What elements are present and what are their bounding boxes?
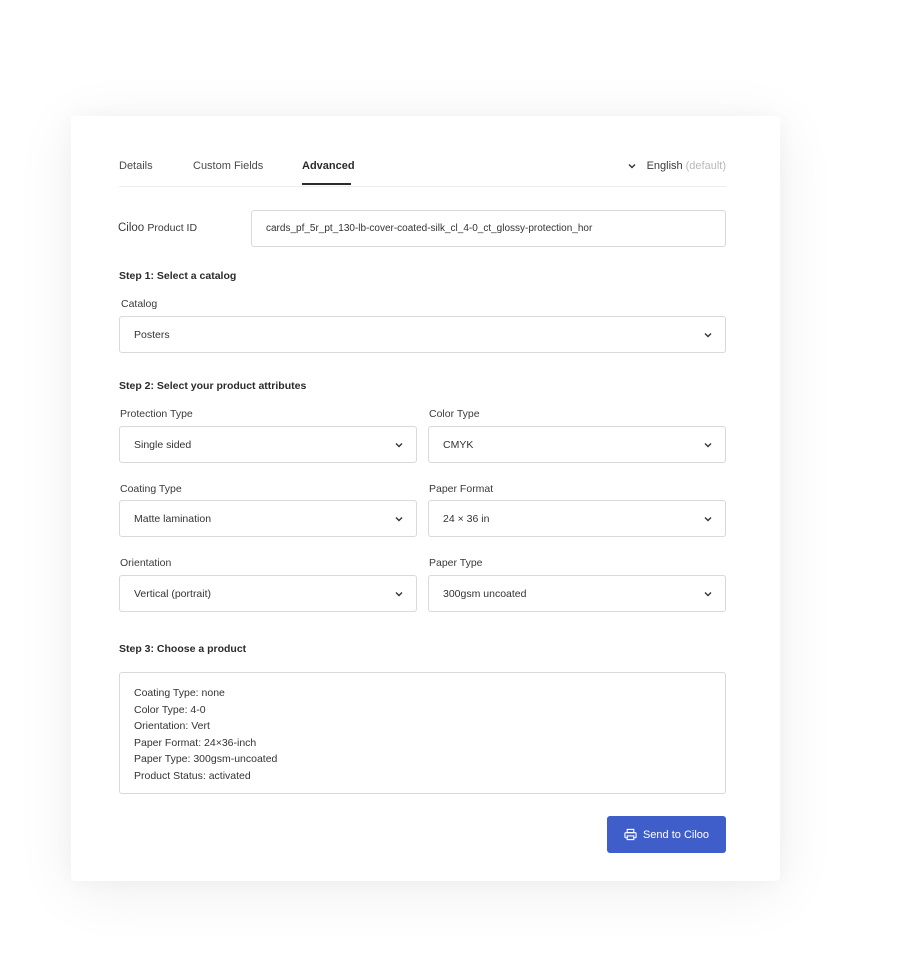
send-to-ciloo-button[interactable]: Send to Ciloo (607, 816, 726, 853)
active-tab-indicator (302, 183, 351, 185)
tab-advanced[interactable]: Advanced (302, 160, 355, 172)
chevron-down-icon (395, 592, 403, 597)
step2-title: Step 2: Select your product attributes (119, 380, 307, 392)
orientation-label: Orientation (120, 557, 172, 569)
paper-format-select[interactable]: 24 × 36 in (428, 500, 726, 537)
product-id-label-text: Product ID (147, 222, 198, 234)
catalog-value: Posters (134, 328, 170, 341)
color-type-label: Color Type (429, 408, 480, 420)
chevron-down-icon (704, 517, 712, 522)
step3-title: Step 3: Choose a product (119, 643, 247, 655)
product-detail-line: Product Status: activated (134, 769, 251, 782)
chevron-down-icon (395, 517, 403, 522)
product-id-label: Ciloo Product ID (118, 222, 197, 234)
tab-details[interactable]: Details (119, 160, 153, 172)
language-label: English (646, 160, 683, 172)
paper-format-label: Paper Format (429, 483, 494, 495)
tab-bar: Details Custom Fields Advanced English (… (119, 116, 726, 187)
protection-type-select[interactable]: Single sided (119, 426, 417, 463)
product-detail-line: Coating Type: none (134, 687, 225, 699)
step1-title: Step 1: Select a catalog (119, 270, 237, 282)
protection-type-label: Protection Type (120, 408, 193, 420)
orientation-value: Vertical (portrait) (134, 587, 212, 600)
product-detail-line: Paper Format: 24×36-inch (134, 736, 257, 749)
brand-name: Ciloo (118, 222, 145, 234)
paper-type-label: Paper Type (429, 557, 483, 569)
language-selector[interactable]: English (default) (627, 160, 726, 172)
coating-type-value: Matte lamination (134, 512, 212, 525)
send-button-label: Send to Ciloo (642, 828, 710, 841)
chevron-down-icon (704, 443, 712, 448)
printer-icon (624, 828, 637, 841)
catalog-select[interactable]: Posters (119, 316, 726, 353)
coating-type-select[interactable]: Matte lamination (119, 500, 417, 537)
product-id-input[interactable]: cards_pf_5r_pt_130-lb-cover-coated-silk_… (251, 210, 726, 247)
product-detail-line: Color Type: 4-0 (134, 703, 206, 716)
chevron-down-icon (704, 592, 712, 597)
tab-custom-fields[interactable]: Custom Fields (193, 160, 263, 172)
chevron-down-icon (704, 333, 712, 338)
protection-type-value: Single sided (134, 438, 192, 451)
product-description-box[interactable]: Coating Type: none Color Type: 4-0 Orien… (119, 672, 726, 794)
paper-type-value: 300gsm uncoated (443, 587, 527, 600)
language-default-note: (default) (685, 160, 726, 172)
color-type-select[interactable]: CMYK (428, 426, 726, 463)
catalog-label: Catalog (121, 298, 158, 310)
color-type-value: CMYK (443, 438, 474, 451)
product-id-value: cards_pf_5r_pt_130-lb-cover-coated-silk_… (266, 223, 593, 234)
product-settings-card: Details Custom Fields Advanced English (… (71, 116, 780, 881)
paper-type-select[interactable]: 300gsm uncoated (428, 575, 726, 612)
product-detail-line: Orientation: Vert (134, 720, 210, 732)
chevron-down-icon (395, 443, 403, 448)
product-detail-line: Paper Type: 300gsm-uncoated (134, 753, 278, 765)
coating-type-label: Coating Type (120, 483, 182, 495)
paper-format-value: 24 × 36 in (443, 512, 490, 525)
orientation-select[interactable]: Vertical (portrait) (119, 575, 417, 612)
chevron-down-icon (628, 164, 636, 169)
